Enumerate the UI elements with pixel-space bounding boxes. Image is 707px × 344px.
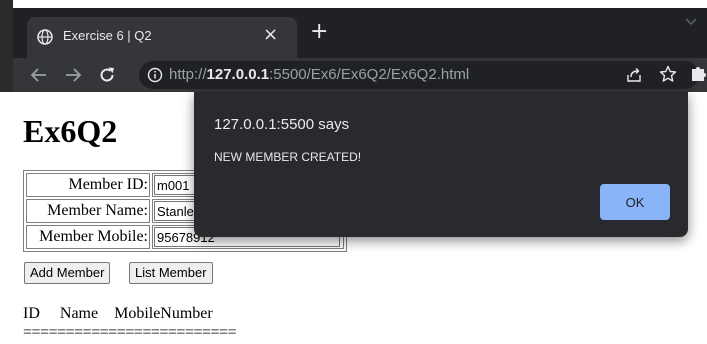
extensions-icon[interactable] [690, 63, 706, 83]
url-host: 127.0.0.1 [206, 66, 270, 83]
member-list-separator: ========================= [23, 324, 237, 341]
page-title: Ex6Q2 [23, 113, 118, 149]
tab-close-icon[interactable]: × [263, 25, 278, 45]
new-tab-icon[interactable]: + [310, 21, 328, 43]
info-icon[interactable] [147, 67, 163, 83]
url-scheme: http:// [169, 66, 207, 83]
tab-title: Exercise 6 | Q2 [63, 28, 152, 43]
ok-button[interactable]: OK [600, 184, 670, 220]
back-arrow-icon[interactable] [29, 65, 49, 85]
member-mobile-label: Member Mobile: [26, 225, 150, 249]
member-list-header: ID Name MobileNumber [23, 305, 213, 322]
url-text: http://127.0.0.1:5500/Ex6/Ex6Q2/Ex6Q2.ht… [169, 66, 469, 83]
reload-icon[interactable] [97, 65, 117, 85]
window-edge [0, 0, 13, 92]
add-member-button[interactable]: Add Member [24, 262, 111, 284]
alert-dialog: 127.0.0.1:5500 says NEW MEMBER CREATED! … [194, 92, 688, 237]
chevron-down-icon[interactable] [685, 18, 697, 26]
list-member-button[interactable]: List Member [129, 262, 213, 284]
tab-exercise[interactable]: Exercise 6 | Q2 × [27, 17, 297, 58]
share-icon[interactable] [625, 66, 643, 84]
forward-arrow-icon[interactable] [63, 65, 83, 85]
dialog-message: NEW MEMBER CREATED! [214, 150, 362, 164]
address-bar[interactable]: http://127.0.0.1:5500/Ex6/Ex6Q2/Ex6Q2.ht… [139, 61, 699, 89]
member-id-label: Member ID: [26, 173, 150, 197]
globe-icon [37, 29, 53, 45]
member-name-label: Member Name: [26, 199, 150, 223]
url-path: :5500/Ex6/Ex6Q2/Ex6Q2.html [269, 66, 470, 83]
dialog-title: 127.0.0.1:5500 says [214, 116, 350, 133]
browser-titlebar: Exercise 6 | Q2 × + [13, 8, 707, 58]
star-icon[interactable] [659, 65, 677, 83]
browser-toolbar: http://127.0.0.1:5500/Ex6/Ex6Q2/Ex6Q2.ht… [13, 58, 707, 92]
